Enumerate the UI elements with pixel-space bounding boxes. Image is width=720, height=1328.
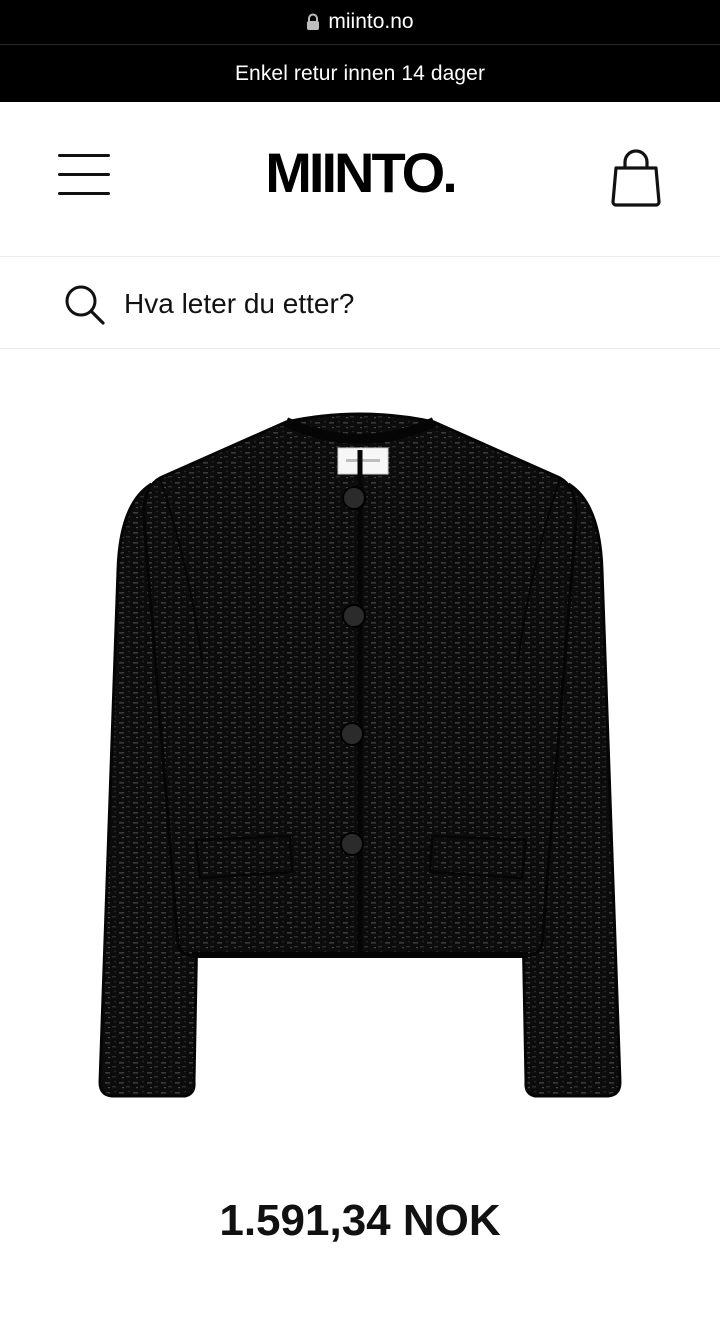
search-input[interactable] — [124, 280, 684, 328]
promo-banner: Enkel retur innen 14 dager — [0, 44, 720, 102]
shopping-bag-icon[interactable] — [608, 148, 664, 208]
lock-icon — [306, 13, 320, 31]
search-icon[interactable] — [64, 284, 106, 326]
search-bar — [0, 258, 720, 349]
product-price: 1.591,34 NOK — [219, 1196, 501, 1245]
browser-url-bar[interactable]: miinto.no — [0, 0, 720, 44]
promo-text: Enkel retur innen 14 dager — [234, 61, 486, 85]
site-header: MIINTO. — [0, 102, 720, 257]
url-text: miinto.no — [328, 10, 414, 33]
product-image-jacket[interactable] — [90, 410, 630, 1110]
